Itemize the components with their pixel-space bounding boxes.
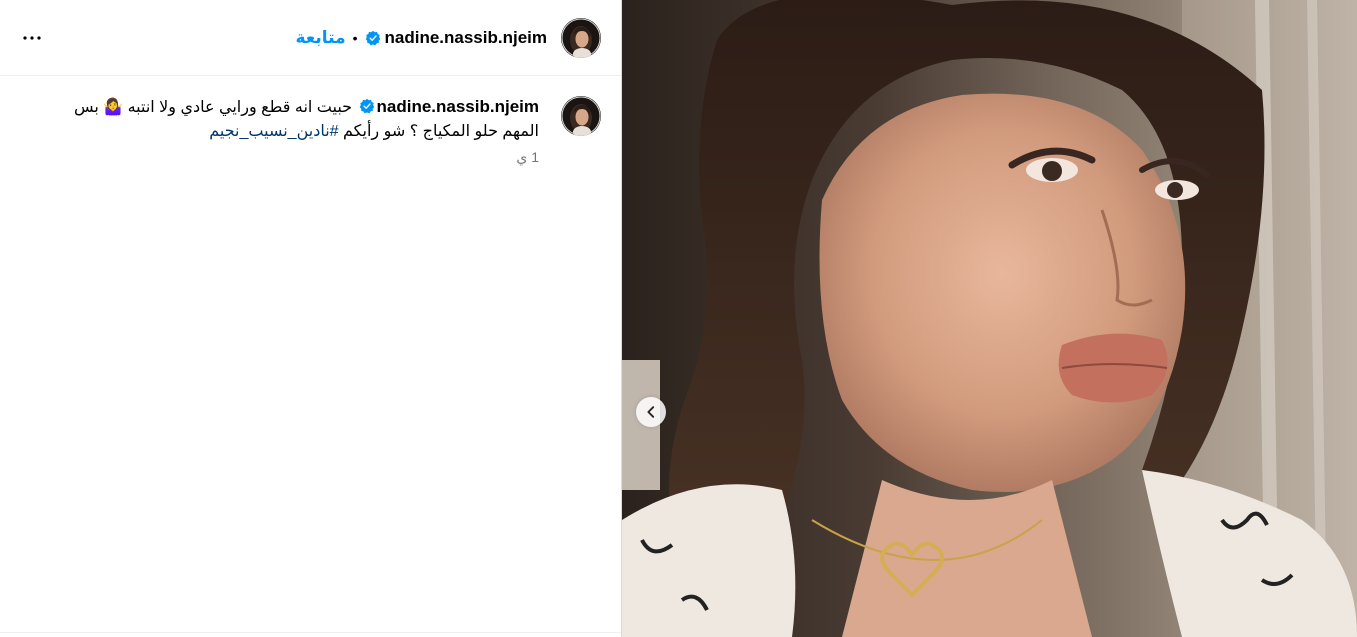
caption-text: nadine.nassib.njeim حبيت انه قطع ورايي ع… bbox=[19, 95, 539, 144]
avatar-image bbox=[561, 96, 601, 136]
post-timestamp[interactable]: 1 ي bbox=[19, 148, 539, 166]
caption-body: nadine.nassib.njeim حبيت انه قطع ورايي ع… bbox=[19, 95, 539, 166]
avatar[interactable] bbox=[561, 18, 601, 58]
divider bbox=[0, 632, 621, 633]
header-username[interactable]: nadine.nassib.njeim bbox=[385, 28, 548, 48]
header-separator: • bbox=[352, 30, 358, 46]
more-options-button[interactable] bbox=[20, 26, 44, 50]
header-user-info: nadine.nassib.njeim • متابعة bbox=[295, 17, 601, 59]
avatar-image bbox=[561, 18, 601, 58]
previous-media-button[interactable] bbox=[636, 397, 666, 427]
more-horizontal-icon bbox=[23, 36, 41, 40]
caption-avatar[interactable] bbox=[561, 96, 601, 136]
post-header: nadine.nassib.njeim • متابعة bbox=[0, 0, 621, 76]
verified-badge-icon bbox=[365, 30, 381, 46]
post-media[interactable] bbox=[622, 0, 1357, 637]
hashtag-link[interactable]: #نادين_نسيب_نجيم bbox=[209, 123, 338, 140]
post-details-pane: nadine.nassib.njeim • متابعة nadine.nass… bbox=[0, 0, 622, 637]
caption-text-line1: حبيت انه قطع ورايي عادي ولا انتبه 🤷‍♀️ ب… bbox=[73, 99, 353, 116]
post-caption: nadine.nassib.njeim حبيت انه قطع ورايي ع… bbox=[19, 95, 601, 166]
chevron-left-icon bbox=[647, 406, 655, 418]
caption-username[interactable]: nadine.nassib.njeim bbox=[377, 97, 540, 116]
verified-badge-icon bbox=[359, 98, 375, 114]
caption-text-line2: المهم حلو المكياج ؟ شو رأيكم bbox=[343, 123, 539, 140]
follow-button[interactable]: متابعة bbox=[295, 28, 345, 48]
post-photo bbox=[622, 0, 1357, 637]
